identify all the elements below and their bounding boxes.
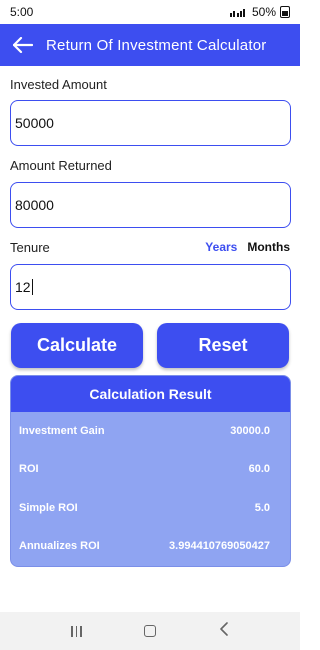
tenure-option-months[interactable]: Months xyxy=(247,240,290,254)
tenure-option-years[interactable]: Years xyxy=(205,240,237,254)
result-row-investment-gain: Investment Gain 30000.0 xyxy=(19,425,270,437)
status-time: 5:00 xyxy=(10,5,34,19)
text-cursor xyxy=(31,279,33,295)
reset-button[interactable]: Reset xyxy=(157,323,289,368)
result-value: 5.0 xyxy=(254,502,270,514)
result-header: Calculation Result xyxy=(11,376,290,412)
invested-amount-label: Invested Amount xyxy=(10,77,107,92)
invested-amount-field[interactable] xyxy=(10,100,291,146)
amount-returned-label: Amount Returned xyxy=(10,158,112,173)
result-card: Calculation Result Investment Gain 30000… xyxy=(10,375,291,567)
status-bar: 5:00 50% xyxy=(0,0,300,24)
result-value: 3.994410769050427 xyxy=(169,540,270,552)
system-nav-bar xyxy=(0,612,300,650)
calculate-button[interactable]: Calculate xyxy=(11,323,143,368)
result-label: Annualizes ROI xyxy=(19,540,100,552)
result-label: ROI xyxy=(19,463,39,475)
recents-icon[interactable] xyxy=(71,625,82,637)
signal-icon xyxy=(229,7,248,17)
result-row-roi: ROI 60.0 xyxy=(19,463,270,475)
amount-returned-input[interactable] xyxy=(15,197,286,213)
tenure-label: Tenure xyxy=(10,240,50,255)
app-bar: Return Of Investment Calculator xyxy=(0,24,300,66)
result-label: Investment Gain xyxy=(19,425,105,437)
invested-amount-input[interactable] xyxy=(15,115,286,131)
tenure-input[interactable]: 12 xyxy=(15,279,31,295)
battery-percent: 50% xyxy=(251,5,276,19)
result-value: 30000.0 xyxy=(230,425,270,437)
amount-returned-field[interactable] xyxy=(10,182,291,228)
result-value: 60.0 xyxy=(248,463,270,475)
status-right: 50% xyxy=(229,5,290,19)
arrow-left-icon[interactable] xyxy=(10,32,36,58)
result-row-simple-roi: Simple ROI 5.0 xyxy=(19,502,270,514)
tenure-field[interactable]: 12 xyxy=(10,264,291,310)
page-title: Return Of Investment Calculator xyxy=(46,36,267,54)
tenure-toggle: Years Months xyxy=(205,240,290,254)
battery-icon xyxy=(280,6,290,18)
home-icon[interactable] xyxy=(144,625,157,637)
back-nav-icon[interactable] xyxy=(219,621,229,641)
result-label: Simple ROI xyxy=(19,502,78,514)
result-row-annualized-roi: Annualizes ROI 3.994410769050427 xyxy=(19,540,270,552)
